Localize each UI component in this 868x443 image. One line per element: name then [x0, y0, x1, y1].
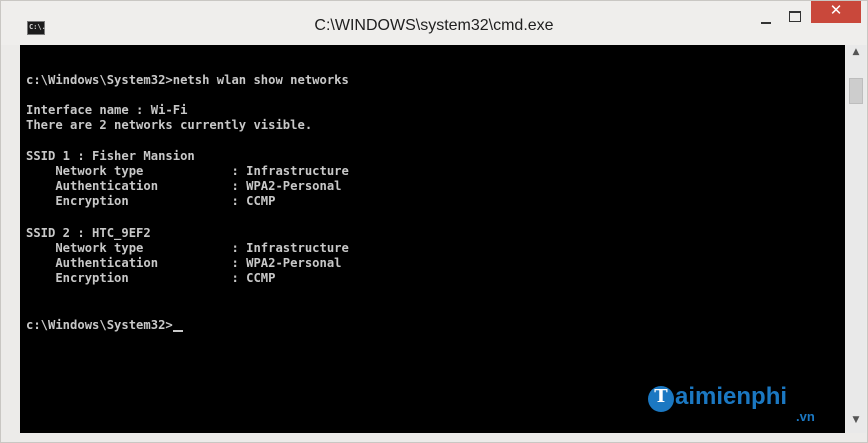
- vertical-scrollbar[interactable]: ▲ ▼: [846, 45, 866, 433]
- close-icon: ✕: [829, 1, 843, 19]
- watermark-text: aimienphi: [675, 383, 788, 410]
- console-line: Encryption : CCMP: [26, 194, 276, 208]
- console-output[interactable]: c:\Windows\System32>netsh wlan show netw…: [20, 45, 845, 433]
- console-line: SSID 2 : HTC_9EF2: [26, 226, 151, 240]
- scroll-up-icon[interactable]: ▲: [846, 47, 866, 64]
- watermark-badge-letter: T: [654, 386, 668, 407]
- console-line: Authentication : WPA2-Personal: [26, 256, 342, 270]
- watermark-domain: .vn: [796, 409, 815, 424]
- window-title: C:\WINDOWS\system32\cmd.exe: [314, 17, 554, 34]
- console-line: Interface name : Wi-Fi: [26, 103, 188, 117]
- cmd-window: C:\. C:\WINDOWS\system32\cmd.exe ✕ c:\Wi…: [0, 0, 868, 443]
- console-line: Authentication : WPA2-Personal: [26, 179, 342, 193]
- console-line: SSID 1 : Fisher Mansion: [26, 149, 195, 163]
- scroll-down-icon[interactable]: ▼: [846, 415, 866, 432]
- maximize-icon: [789, 11, 801, 22]
- console-line: c:\Windows\System32>netsh wlan show netw…: [26, 73, 349, 87]
- prompt-text: c:\Windows\System32>: [26, 318, 173, 332]
- minimize-icon: [761, 22, 771, 24]
- text-cursor: [172, 330, 183, 332]
- close-button[interactable]: ✕: [811, 1, 861, 23]
- title-bar[interactable]: C:\. C:\WINDOWS\system32\cmd.exe ✕: [1, 1, 867, 45]
- minimize-button[interactable]: [753, 7, 779, 27]
- console-line: There are 2 networks currently visible.: [26, 118, 313, 132]
- console-line: Network type : Infrastructure: [26, 241, 349, 255]
- maximize-button[interactable]: [782, 7, 808, 27]
- watermark-badge: T: [648, 386, 674, 412]
- scroll-thumb[interactable]: [849, 78, 863, 104]
- console-line: Network type : Infrastructure: [26, 164, 349, 178]
- prompt-line[interactable]: c:\Windows\System32>: [26, 317, 183, 333]
- console-line: Encryption : CCMP: [26, 271, 276, 285]
